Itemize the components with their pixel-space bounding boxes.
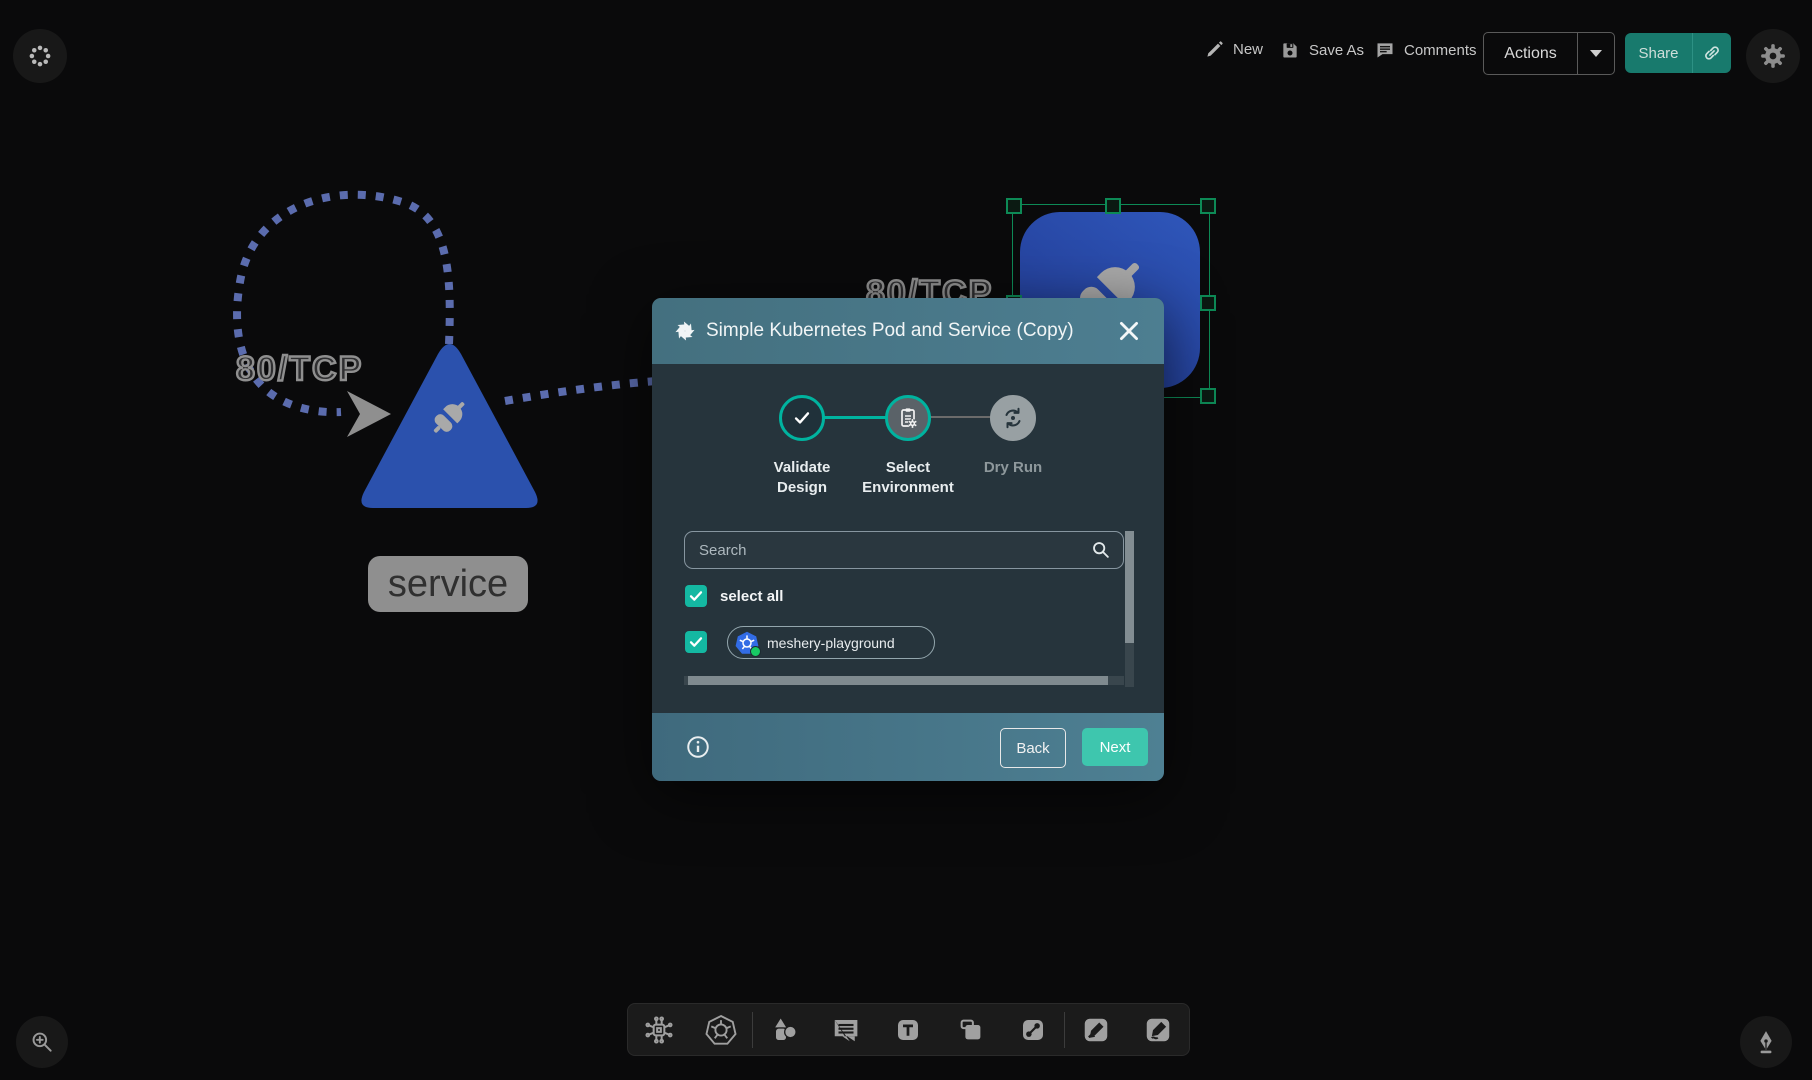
app-spinner-button[interactable] — [13, 29, 67, 83]
step-label-dry-run: Dry Run — [958, 458, 1068, 478]
share-button-label: Share — [1638, 45, 1678, 62]
back-button-label: Back — [1016, 740, 1049, 757]
environment-checkbox[interactable] — [685, 631, 707, 653]
link-tool-icon — [1018, 1015, 1048, 1045]
check-icon — [688, 634, 704, 650]
kubernetes-logo-wrap — [735, 631, 759, 655]
meshery-design-canvas: { "topbar": { "new": "New", "save_as": "… — [0, 0, 1812, 1080]
selection-handle[interactable] — [1200, 198, 1216, 214]
deploy-modal: Simple Kubernetes Pod and Service (Copy) — [652, 298, 1164, 781]
select-all-checkbox[interactable] — [685, 585, 707, 607]
node-service-label: service — [368, 556, 528, 612]
clipboard-gear-icon — [896, 406, 920, 430]
link-icon — [1702, 43, 1722, 63]
new-button-label: New — [1233, 41, 1263, 58]
step-label-validate-design: Validate Design — [747, 458, 857, 497]
actions-split-button[interactable]: Actions — [1483, 32, 1615, 75]
gear-icon — [1758, 41, 1788, 71]
step-label-select-environment: Select Environment — [853, 458, 963, 497]
check-icon — [791, 407, 813, 429]
comment-icon — [1375, 40, 1395, 60]
horizontal-scrollbar-thumb[interactable] — [688, 676, 1108, 685]
pencil-icon — [1205, 40, 1224, 59]
copy-link-button[interactable] — [1692, 33, 1731, 73]
next-button-label: Next — [1100, 739, 1131, 756]
spinner-icon — [27, 43, 53, 69]
tool-component-library[interactable] — [628, 1004, 690, 1055]
modal-title: Simple Kubernetes Pod and Service (Copy) — [706, 320, 1074, 342]
comment-tool-icon — [831, 1015, 861, 1045]
select-all-label: select all — [720, 588, 783, 605]
zoom-button[interactable] — [16, 1016, 68, 1068]
comments-button[interactable]: Comments — [1375, 40, 1477, 60]
freehand-pen-icon — [1143, 1015, 1173, 1045]
actions-button-label: Actions — [1504, 45, 1556, 63]
kubernetes-icon — [705, 1014, 737, 1046]
share-split-button[interactable]: Share — [1625, 33, 1731, 73]
tool-link[interactable] — [1002, 1004, 1064, 1055]
selection-handle[interactable] — [1200, 388, 1216, 404]
save-as-button[interactable]: Save As — [1280, 40, 1364, 60]
vertical-scrollbar[interactable] — [1125, 531, 1134, 687]
share-button[interactable]: Share — [1625, 33, 1692, 73]
environment-name: meshery-playground — [767, 635, 895, 651]
step-validate-design[interactable] — [779, 395, 825, 441]
media-tool-icon — [956, 1015, 986, 1045]
tool-freehand-pen[interactable] — [1127, 1004, 1189, 1055]
settings-button[interactable] — [1746, 29, 1800, 83]
tools-dock — [627, 1003, 1190, 1056]
actions-button[interactable]: Actions — [1484, 33, 1577, 74]
modal-footer: Back Next — [652, 713, 1164, 781]
sync-gear-icon — [1001, 406, 1025, 430]
pen-nib-icon — [1753, 1029, 1779, 1055]
comments-button-label: Comments — [1404, 42, 1477, 59]
tool-media[interactable] — [940, 1004, 1002, 1055]
vertical-scrollbar-thumb[interactable] — [1125, 531, 1134, 643]
edge-port-label: 80/TCP — [236, 350, 363, 389]
stepper-connector-pending — [930, 416, 992, 418]
node-service-triangle[interactable] — [352, 330, 547, 520]
close-icon[interactable] — [1116, 318, 1142, 344]
environment-chip[interactable]: meshery-playground — [727, 626, 935, 659]
shapes-icon — [768, 1014, 800, 1046]
floppy-icon — [1280, 40, 1300, 60]
search-input[interactable] — [684, 531, 1124, 569]
search-icon — [1090, 539, 1112, 561]
check-icon — [688, 588, 704, 604]
caret-down-icon — [1590, 50, 1602, 57]
step-dry-run — [990, 395, 1036, 441]
meshery-logo-icon — [672, 318, 698, 344]
environment-search — [684, 531, 1124, 569]
connection-status-dot — [750, 646, 761, 657]
tool-kubernetes[interactable] — [690, 1004, 752, 1055]
new-button[interactable]: New — [1205, 40, 1263, 59]
save-as-button-label: Save As — [1309, 42, 1364, 59]
tool-comment[interactable] — [815, 1004, 877, 1055]
text-tool-icon — [893, 1015, 923, 1045]
stepper-connector-done — [824, 416, 886, 419]
next-button[interactable]: Next — [1082, 728, 1148, 766]
component-library-icon — [643, 1014, 675, 1046]
pen-mode-button[interactable] — [1740, 1016, 1792, 1068]
tool-shapes[interactable] — [753, 1004, 815, 1055]
actions-dropdown-button[interactable] — [1577, 33, 1614, 74]
modal-header: Simple Kubernetes Pod and Service (Copy) — [652, 298, 1164, 364]
selection-handle[interactable] — [1006, 198, 1022, 214]
horizontal-scrollbar[interactable] — [684, 676, 1124, 685]
selection-handle[interactable] — [1200, 295, 1216, 311]
selection-handle[interactable] — [1105, 198, 1121, 214]
tool-text[interactable] — [877, 1004, 939, 1055]
zoom-in-icon — [29, 1029, 55, 1055]
info-icon[interactable] — [685, 734, 711, 760]
tool-edge-pen[interactable] — [1065, 1004, 1127, 1055]
back-button[interactable]: Back — [1000, 728, 1066, 768]
edge-pen-icon — [1081, 1015, 1111, 1045]
step-select-environment[interactable] — [885, 395, 931, 441]
